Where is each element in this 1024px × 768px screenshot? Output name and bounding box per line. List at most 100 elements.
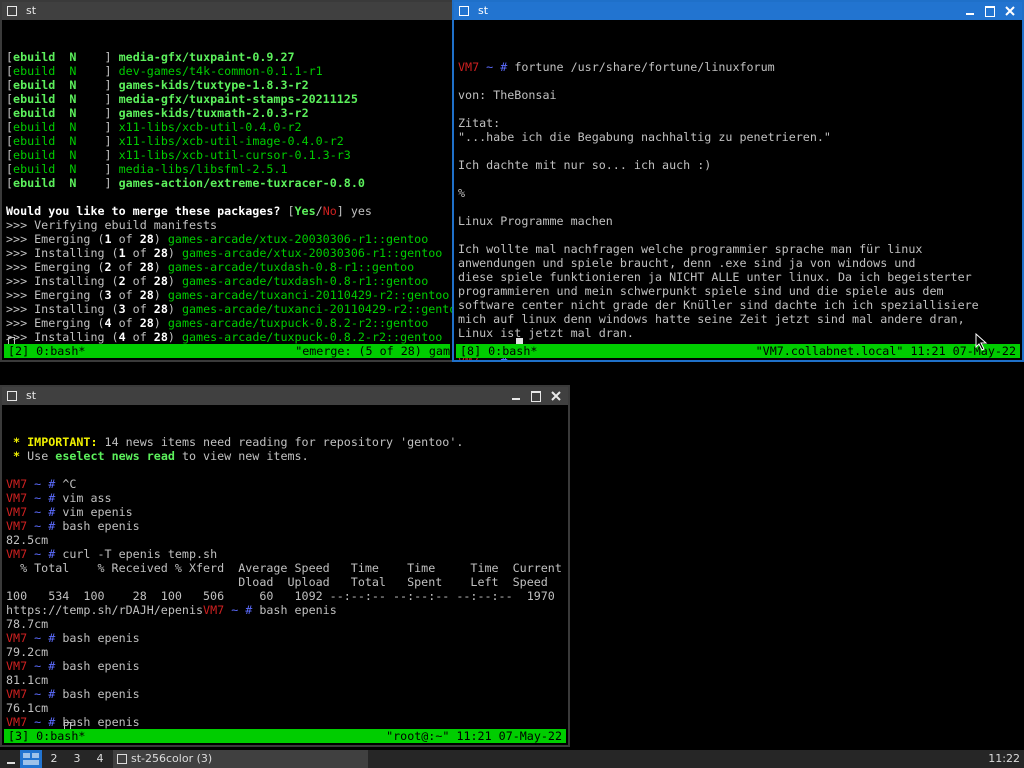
task-label: st-256color (3) [131, 752, 213, 765]
terminal-line: 81.1cm [6, 673, 49, 687]
terminal-line: Ich dachte mit nur so... ich auch :) [458, 158, 712, 172]
workspace-2-button[interactable]: 2 [43, 750, 65, 768]
terminal-line: software center nicht grade der Knüller … [458, 298, 979, 312]
taskbar-task-st[interactable]: st-256color (3) [113, 750, 368, 768]
shell-terminal-window[interactable]: st * IMPORTANT: 14 news items need readi… [0, 385, 570, 747]
terminal-line: diese spiele funktionieren ja NICHT ALLE… [458, 270, 972, 284]
terminal-line: VM7 ~ # bash epenis [6, 519, 140, 533]
terminal-line: 79.2cm [6, 645, 49, 659]
minimize-button[interactable] [964, 5, 976, 17]
workspace-3-button[interactable]: 3 [66, 750, 88, 768]
window-title: st [26, 4, 37, 17]
terminal-line: 78.7cm [6, 617, 49, 631]
terminal-line: >>> Emerging (2 of 28) games-arcade/tuxd… [6, 260, 415, 274]
terminal-line: von: TheBonsai [458, 88, 557, 102]
terminal-line: anwendungen und spiele braucht, denn .ex… [458, 256, 916, 270]
emerge-terminal-window[interactable]: st [ebuild N ] media-gfx/tuxpaint-0.9.27… [0, 0, 454, 362]
fortune-terminal-window[interactable]: st VM7 ~ # fortune /usr/share/fortune/li… [452, 0, 1024, 362]
workspace-1-button[interactable] [20, 750, 42, 768]
terminal-line: [ebuild N ] media-gfx/tuxpaint-0.9.27 [6, 50, 295, 64]
terminal-line: [ebuild N ] media-gfx/tuxpaint-stamps-20… [6, 92, 358, 106]
terminal-line: * IMPORTANT: 14 news items need reading … [6, 435, 464, 449]
terminal-line: % Total % Received % Xferd Average Speed… [6, 561, 562, 575]
emerge-window-titlebar[interactable]: st [2, 2, 452, 20]
terminal-line: VM7 ~ # curl -T epenis temp.sh [6, 547, 218, 561]
terminal-line: mich auf linux denn windows hatte seine … [458, 312, 965, 326]
terminal-line: >>> Installing (4 of 28) games-arcade/tu… [6, 330, 443, 344]
maximize-button[interactable] [984, 5, 996, 17]
terminal-line: VM7 ~ # fortune /usr/share/fortune/linux… [458, 60, 775, 74]
mouse-pointer-icon [975, 333, 988, 351]
terminal-line: [ebuild N ] games-kids/tuxmath-2.0.3-r2 [6, 106, 309, 120]
terminal-line: >>> Emerging (3 of 28) games-arcade/tuxa… [6, 288, 450, 302]
fortune-window-titlebar[interactable]: st [454, 2, 1022, 20]
terminal-line: >>> Installing (3 of 28) games-arcade/tu… [6, 302, 454, 316]
terminal-line: VM7 ~ # [6, 743, 568, 745]
terminal-line: [ebuild N ] games-action/extreme-tuxrace… [6, 176, 365, 190]
terminal-line: VM7 ~ # bash epenis [6, 687, 140, 701]
taskbar-menu-button[interactable] [4, 750, 18, 768]
terminal-line: VM7 ~ # bash epenis [6, 631, 140, 645]
shell-window-titlebar[interactable]: st [2, 387, 568, 405]
window-icon [7, 391, 17, 401]
minimize-button[interactable] [510, 390, 522, 402]
terminal-line: >>> Installing (2 of 28) games-arcade/tu… [6, 274, 429, 288]
tmux-status-bar: [8] 0:bash* "VM7.collabnet.local" 11:21 … [456, 344, 1020, 358]
status-window-list: [8] 0:bash* [460, 344, 538, 358]
close-icon [551, 391, 561, 401]
workspace-preview-icon [23, 753, 39, 765]
window-title: st [478, 4, 489, 17]
terminal-line: Zitat: [458, 116, 501, 130]
terminal-line: Linux Programme machen [458, 214, 613, 228]
maximize-button[interactable] [530, 390, 542, 402]
terminal-line: VM7 ~ # vim epenis [6, 505, 133, 519]
terminal-line: [ebuild N ] x11-libs/xcb-util-0.4.0-r2 [6, 120, 302, 134]
terminal-line: VM7 ~ # bash epenis [6, 715, 140, 729]
terminal-line: [ebuild N ] x11-libs/xcb-util-image-0.4.… [6, 134, 344, 148]
window-icon [117, 754, 127, 764]
terminal-line: [ebuild N ] x11-libs/xcb-util-cursor-0.1… [6, 148, 351, 162]
status-window-list: [2] 0:bash* [8, 344, 86, 358]
terminal-line: >>> Verifying ebuild manifests [6, 218, 218, 232]
terminal-line: [ebuild N ] games-kids/tuxtype-1.8.3-r2 [6, 78, 309, 92]
window-icon [459, 6, 469, 16]
terminal-line: programmieren und mein schwerpunkt spiel… [458, 284, 944, 298]
terminal-line: VM7 ~ # ^C [6, 477, 77, 491]
clock: 11:22 [988, 752, 1020, 765]
terminal-line: [ebuild N ] media-libs/libsfml-2.5.1 [6, 162, 288, 176]
status-title: "root@:~" 11:21 07-May-22 [386, 729, 562, 743]
terminal-line: Would you like to merge these packages? … [6, 204, 372, 218]
terminal-output[interactable]: * IMPORTANT: 14 news items need reading … [6, 407, 568, 745]
terminal-line: >>> Emerging (1 of 28) games-arcade/xtux… [6, 232, 429, 246]
terminal-line: https://temp.sh/rDAJH/epenisVM7 ~ # bash… [6, 603, 337, 617]
terminal-line: VM7 ~ # vim ass [6, 491, 112, 505]
terminal-line: Linux ist jetzt mal dran. [458, 326, 634, 340]
tmux-status-bar: [2] 0:bash* "emerge: (5 of 28) gam [4, 344, 450, 358]
terminal-line: >>> Emerging (4 of 28) games-arcade/tuxp… [6, 316, 429, 330]
terminal-line: "...habe ich die Begabung nachhaltig zu … [458, 130, 831, 144]
terminal-line: [ebuild N ] dev-games/t4k-common-0.1.1-r… [6, 64, 323, 78]
close-button[interactable] [550, 390, 562, 402]
terminal-line: % [458, 186, 466, 200]
workspace-4-button[interactable]: 4 [89, 750, 111, 768]
terminal-line: Dload Upload Total Spent Left Speed [6, 575, 548, 589]
taskbar: 2 3 4 st-256color (3) 11:22 [0, 750, 1024, 768]
close-button[interactable] [1004, 5, 1016, 17]
terminal-line: 82.5cm [6, 533, 49, 547]
terminal-line: Ich wollte mal nachfragen welche program… [458, 242, 923, 256]
terminal-output[interactable]: VM7 ~ # fortune /usr/share/fortune/linux… [458, 32, 1022, 360]
terminal-line: * Use eselect news read to view new item… [6, 449, 309, 463]
window-icon [7, 6, 17, 16]
terminal-line: >>> Installing (1 of 28) games-arcade/xt… [6, 246, 443, 260]
terminal-output[interactable]: [ebuild N ] media-gfx/tuxpaint-0.9.27 [eb… [6, 22, 452, 360]
terminal-line: 76.1cm [6, 701, 49, 715]
status-window-list: [3] 0:bash* [8, 729, 86, 743]
tmux-status-bar: [3] 0:bash* "root@:~" 11:21 07-May-22 [4, 729, 566, 743]
